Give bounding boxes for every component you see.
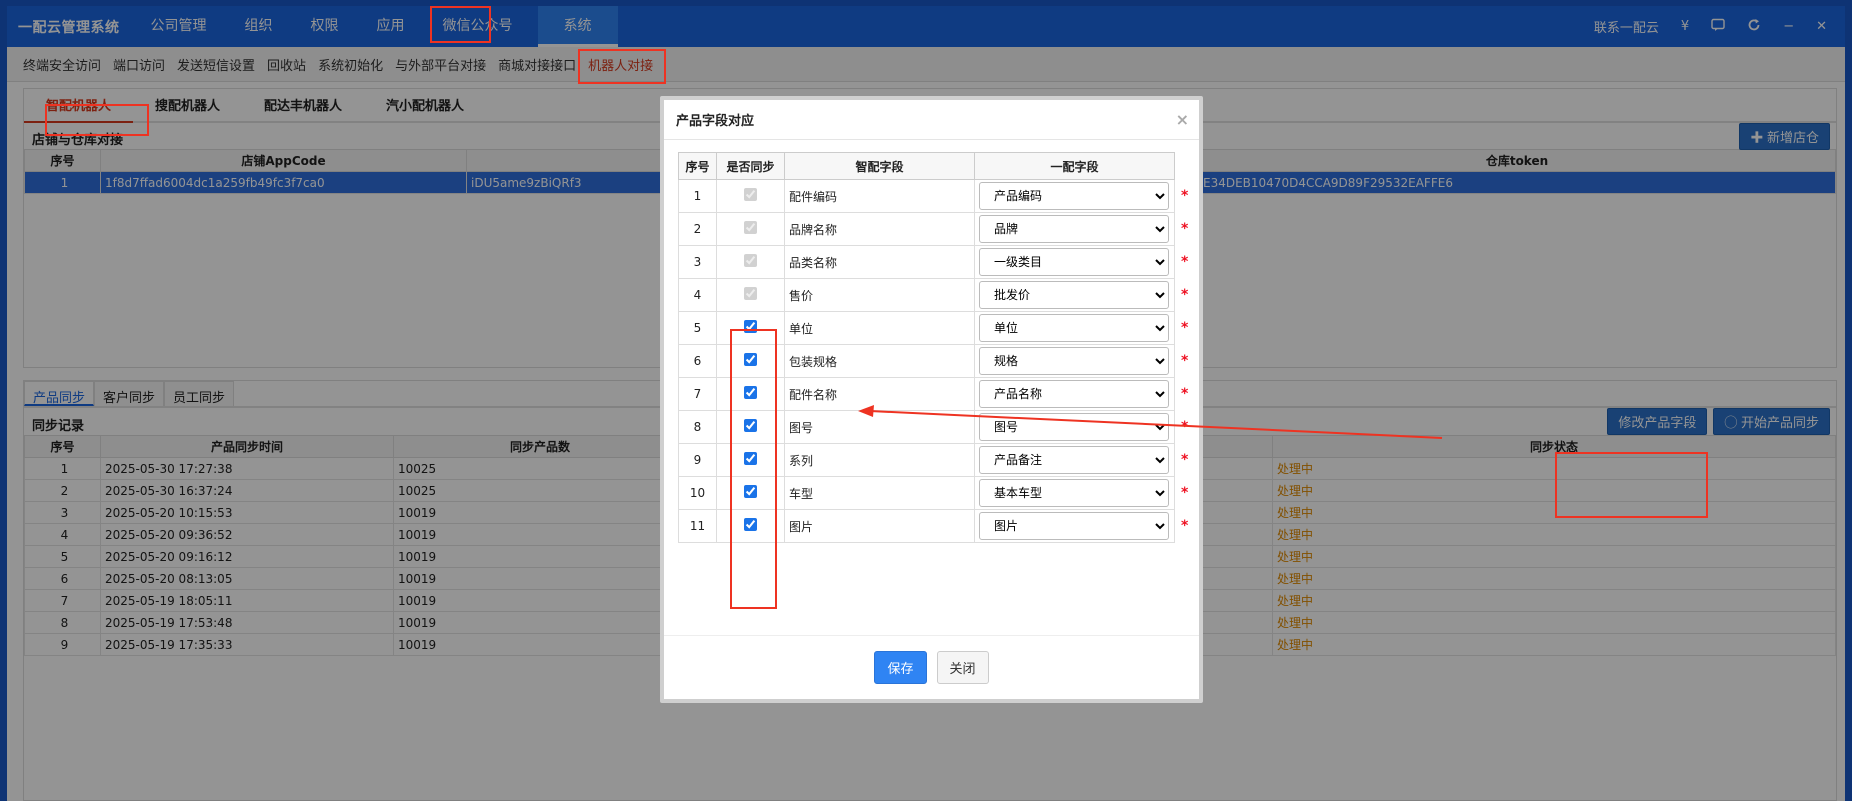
field-select[interactable]: 产品备注: [979, 446, 1169, 474]
sync-checkbox: [744, 221, 757, 234]
modal-title: 产品字段对应: [676, 114, 755, 129]
field-select[interactable]: 产品名称: [979, 380, 1169, 408]
sync-checkbox: [744, 254, 757, 267]
field-row: 1 配件编码 产品编码 *: [678, 179, 1189, 213]
save-button[interactable]: 保存: [874, 651, 927, 684]
col-sync: 是否同步: [716, 152, 785, 180]
sync-checkbox[interactable]: [744, 419, 757, 432]
sync-checkbox[interactable]: [744, 485, 757, 498]
sync-checkbox[interactable]: [744, 386, 757, 399]
field-row: 5 单位 单位 *: [678, 311, 1189, 345]
modal-close-icon[interactable]: ×: [1176, 110, 1189, 129]
sync-checkbox[interactable]: [744, 452, 757, 465]
field-select[interactable]: 规格: [979, 347, 1169, 375]
required-mark: *: [1181, 485, 1189, 501]
field-select[interactable]: 基本车型: [979, 479, 1169, 507]
required-mark: *: [1181, 419, 1189, 435]
field-select[interactable]: 批发价: [979, 281, 1169, 309]
field-mapping-table: 序号 是否同步 智配字段 一配字段 1 配件编码 产品编码 * 2 品牌名称 品牌 * 3 品类名…: [678, 152, 1189, 543]
required-mark: *: [1181, 452, 1189, 468]
col-yipei-field: 一配字段: [974, 152, 1175, 180]
required-mark: *: [1181, 518, 1189, 534]
field-row: 8 图号 图号 *: [678, 410, 1189, 444]
required-mark: *: [1181, 254, 1189, 270]
sync-checkbox[interactable]: [744, 518, 757, 531]
required-mark: *: [1181, 221, 1189, 237]
field-select[interactable]: 图号: [979, 413, 1169, 441]
required-mark: *: [1181, 386, 1189, 402]
field-select[interactable]: 品牌: [979, 215, 1169, 243]
field-select[interactable]: 产品编码: [979, 182, 1169, 210]
field-row: 6 包装规格 规格 *: [678, 344, 1189, 378]
col-zhipei-field: 智配字段: [784, 152, 975, 180]
field-select[interactable]: 单位: [979, 314, 1169, 342]
field-row: 2 品牌名称 品牌 *: [678, 212, 1189, 246]
required-mark: *: [1181, 287, 1189, 303]
field-select[interactable]: 图片: [979, 512, 1169, 540]
close-button[interactable]: 关闭: [936, 651, 989, 684]
required-mark: *: [1181, 320, 1189, 336]
field-row: 4 售价 批发价 *: [678, 278, 1189, 312]
field-row: 7 配件名称 产品名称 *: [678, 377, 1189, 411]
field-row: 11 图片 图片 *: [678, 509, 1189, 543]
required-mark: *: [1181, 353, 1189, 369]
field-select[interactable]: 一级类目: [979, 248, 1169, 276]
modal-footer: 保存 关闭: [664, 635, 1199, 699]
product-field-modal: 产品字段对应 × 序号 是否同步 智配字段 一配字段 1 配件编码 产品编码 * 2 品牌…: [660, 96, 1203, 703]
sync-checkbox[interactable]: [744, 320, 757, 333]
sync-checkbox[interactable]: [744, 353, 757, 366]
field-row: 3 品类名称 一级类目 *: [678, 245, 1189, 279]
sync-checkbox: [744, 287, 757, 300]
required-mark: *: [1181, 188, 1189, 204]
col-no: 序号: [678, 152, 717, 180]
sync-checkbox: [744, 188, 757, 201]
field-row: 10 车型 基本车型 *: [678, 476, 1189, 510]
modal-header: 产品字段对应 ×: [664, 100, 1199, 140]
field-row: 9 系列 产品备注 *: [678, 443, 1189, 477]
